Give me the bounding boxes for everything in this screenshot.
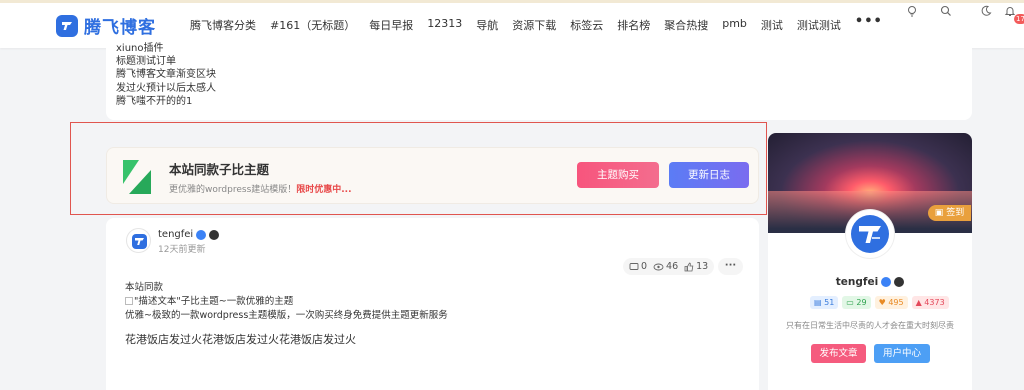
- comment-icon: ▭: [846, 298, 854, 307]
- site-logo[interactable]: 腾飞博客: [56, 13, 156, 38]
- nav-item-download[interactable]: 资源下载: [512, 17, 556, 33]
- profile-bio: 只有在日常生活中尽责的人才会在重大时刻尽责: [786, 321, 954, 330]
- post-line: 本站同款: [125, 282, 164, 293]
- like-count: 13: [696, 261, 709, 272]
- image-alt-text: "描述文本"子比主题~一款优雅的主题: [134, 296, 294, 307]
- fire-icon: ▲: [915, 298, 922, 307]
- list-item[interactable]: 腾飞博客文章渐变区块: [116, 68, 216, 81]
- nav-item-tags[interactable]: 标签云: [570, 17, 603, 33]
- post-stats: 0 46 13: [623, 258, 715, 275]
- nav-item-ranking[interactable]: 排名榜: [617, 17, 650, 33]
- author-row: tengfei: [158, 229, 220, 240]
- nav-item-untitled[interactable]: #161（无标题）: [270, 17, 355, 33]
- nav-item-test[interactable]: 测试: [761, 17, 783, 33]
- list-item[interactable]: 发过火预计以后太感人: [116, 82, 216, 95]
- author-name[interactable]: tengfei: [158, 229, 193, 240]
- verified-icon: [196, 229, 207, 240]
- user-center-button[interactable]: 用户中心: [874, 344, 930, 363]
- comments-stat[interactable]: ▭ 29: [842, 296, 871, 309]
- nav-item-12313[interactable]: 12313: [427, 17, 462, 33]
- eye-icon: [653, 263, 664, 270]
- popularity-count: 4373: [924, 298, 945, 307]
- nav-more-button[interactable]: •••: [855, 14, 883, 33]
- update-time: 12天前更新: [158, 245, 206, 255]
- verified-icon: [881, 277, 892, 287]
- publish-post-button[interactable]: 发布文章: [811, 344, 866, 363]
- broken-image-icon: [125, 297, 133, 305]
- nav-item-guide[interactable]: 导航: [476, 17, 498, 33]
- comment-icon: [629, 262, 639, 270]
- list-item[interactable]: 腾飞嗤不开的的1: [116, 95, 216, 108]
- posts-count: 51: [824, 298, 835, 307]
- view-stat: 46: [653, 261, 678, 272]
- thumbs-up-icon: ♥: [878, 298, 886, 307]
- nav-item-pmb[interactable]: pmb: [722, 17, 747, 33]
- profile-stats: ▤ 51 ▭ 29 ♥ 495 ▲ 4373: [810, 296, 949, 309]
- promo-title: 本站同款子比主题: [169, 162, 270, 177]
- likes-stat[interactable]: ♥ 495: [874, 296, 908, 309]
- comment-stat[interactable]: 0: [629, 261, 647, 272]
- thumbs-up-icon: [684, 262, 694, 271]
- posts-stat[interactable]: ▤ 51: [810, 296, 839, 309]
- nav-item-daily[interactable]: 每日早报: [369, 17, 413, 33]
- promo-subtitle: 更优雅的wordpress建站模版！限时优惠中...: [169, 182, 352, 195]
- checkin-label: 签到: [946, 208, 965, 218]
- like-stat[interactable]: 13: [684, 261, 708, 272]
- buy-theme-button[interactable]: 主题购买: [577, 162, 659, 188]
- promo-subtitle-text: 更优雅的wordpress建站模版！: [169, 185, 297, 195]
- list-item[interactable]: xiuno插件: [116, 42, 216, 55]
- profile-username[interactable]: tengfei: [836, 276, 878, 288]
- list-item[interactable]: 标题测试订单: [116, 55, 216, 68]
- nav-item-hot[interactable]: 聚合热搜: [664, 17, 708, 33]
- article-list-card: xiuno插件 标题测试订单 腾飞博客文章渐变区块 发过火预计以后太感人 腾飞嗤…: [106, 40, 972, 120]
- promo-highlight: 限时优惠中...: [296, 185, 352, 195]
- view-count: 46: [666, 261, 679, 272]
- notification-badge: 17: [1014, 14, 1024, 24]
- checkin-button[interactable]: ▣ 签到: [928, 205, 971, 221]
- nav-item-test-test[interactable]: 测试测试: [797, 17, 841, 33]
- logo-icon: [56, 14, 78, 37]
- popularity-stat[interactable]: ▲ 4373: [911, 296, 949, 309]
- search-icon[interactable]: [938, 3, 954, 19]
- nav-item-category[interactable]: 腾飞博客分类: [190, 17, 256, 33]
- main-nav: 腾飞博客分类 #161（无标题） 每日早报 12313 导航 资源下载 标签云 …: [190, 14, 883, 33]
- comment-count: 0: [641, 261, 648, 272]
- theme-promo-banner: 本站同款子比主题 更优雅的wordpress建站模版！限时优惠中... 主题购买…: [106, 147, 759, 204]
- likes-count: 495: [888, 298, 904, 307]
- article-title-list: xiuno插件 标题测试订单 腾飞博客文章渐变区块 发过火预计以后太感人 腾飞嗤…: [116, 42, 216, 108]
- more-options-button[interactable]: ···: [718, 258, 743, 275]
- user-level-icon: [894, 277, 905, 287]
- comments-count: 29: [856, 298, 867, 307]
- lightbulb-icon[interactable]: [904, 3, 920, 19]
- profile-avatar[interactable]: [846, 210, 894, 258]
- calendar-icon: ▣: [934, 208, 944, 218]
- post-card: tengfei 12天前更新 0 46 13 ··· 本站同款 "描述文本"子比…: [106, 218, 759, 390]
- changelog-button[interactable]: 更新日志: [669, 162, 749, 188]
- user-level-icon: [209, 229, 220, 240]
- profile-username-row: tengfei: [768, 276, 972, 288]
- site-name: 腾飞博客: [84, 18, 156, 38]
- user-profile-card: ▣ 签到 tengfei ▤ 51 ▭ 29 ♥ 495 ▲ 4373 只有在日…: [768, 133, 972, 390]
- document-icon: ▤: [814, 298, 822, 307]
- moon-icon[interactable]: [978, 3, 994, 19]
- author-avatar[interactable]: [126, 228, 151, 253]
- post-body-text: 花港饭店发过火花港饭店发过火花港饭店发过火: [125, 333, 356, 346]
- zibll-logo-icon: [121, 158, 153, 196]
- post-line: 优雅~极致的一款wordpress主题模版，一次购买终身免费提供主题更新服务: [125, 310, 448, 321]
- post-line: "描述文本"子比主题~一款优雅的主题: [125, 293, 293, 307]
